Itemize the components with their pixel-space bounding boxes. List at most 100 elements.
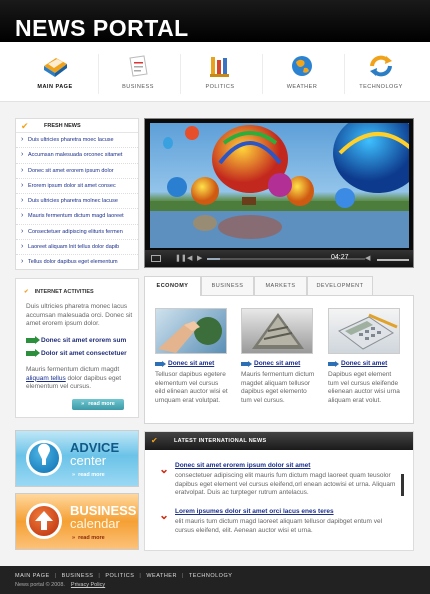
arrow-up-icon [26, 503, 62, 539]
fresh-news-header: ✔ FRESH NEWS [16, 119, 138, 133]
volume-slider[interactable] [377, 259, 409, 261]
video-player[interactable]: ❚❚ ◀ ▶ 04:27 ◀ [144, 118, 414, 268]
footer-copyright: News portal © 2008. Privacy Policy [15, 582, 105, 588]
volume-icon[interactable]: ◀ [365, 255, 372, 262]
activities-text-2: Mauris fermentum dictum magdt aliquam te… [26, 366, 134, 392]
activities-link-text: Donec sit amet erorem sum [41, 337, 127, 344]
checkmark-icon: ✔ [21, 121, 29, 131]
book-icon [44, 58, 67, 77]
separator: | [139, 573, 142, 579]
international-news-header: ✔ LATEST INTERNATIONAL NEWS [145, 432, 413, 450]
fresh-news-link[interactable]: Duis ultricies pharetra moec lacuse [16, 133, 138, 149]
banner-read-more[interactable]: read more [72, 472, 105, 478]
handshake-image[interactable] [155, 308, 227, 354]
tab-development[interactable]: DEVELOPMENT [307, 276, 373, 295]
arrow-right-icon [155, 360, 166, 367]
fresh-news-link[interactable]: Duis ultricies pharetra molnec lacuse [16, 194, 138, 210]
nav-item-technology[interactable]: TECHNOLOGY [341, 48, 421, 100]
video-progress-fill [207, 258, 220, 260]
news-item-title[interactable]: Lorem ipsumes dolor sit amet orci lacus … [175, 508, 334, 515]
news-card: Donec sit amet Tellusor dapibus egetere … [155, 308, 229, 405]
arrow-right-icon [328, 360, 339, 367]
pause-icon[interactable]: ❚❚ [175, 255, 187, 262]
calculator-image[interactable] [328, 308, 400, 354]
fullscreen-icon[interactable] [151, 255, 161, 262]
video-controls: ❚❚ ◀ ▶ 04:27 ◀ [145, 250, 413, 267]
card-text: Dapibus eget element tum vel cursus elei… [328, 371, 400, 404]
card-text: Tellusor dapibus egetere elementum vel c… [155, 371, 228, 404]
nav-item-main-page[interactable]: MAIN PAGE [15, 48, 95, 100]
document-icon [129, 55, 148, 77]
card-text: Mauris fermentum dictum magdet aliquam t… [241, 371, 315, 404]
business-calendar-banner[interactable]: BUSINESS calendar read more [15, 493, 139, 550]
fresh-news-link[interactable]: Mauris fermentum dictum magd laoreet [16, 209, 138, 225]
news-card: Donec sit amet Mauris fermentum dictum m… [241, 308, 315, 405]
card-link[interactable]: Donec sit amet [328, 360, 402, 367]
card-link[interactable]: Donec sit amet [155, 360, 229, 367]
footer-link-politics[interactable]: POLITICS [105, 573, 134, 579]
read-more-button[interactable]: read more [72, 399, 124, 410]
banner-read-more[interactable]: read more [72, 535, 105, 541]
card-link[interactable]: Donec sit amet [241, 360, 315, 367]
footer-link-technology[interactable]: TECHNOLOGY [189, 573, 233, 579]
arrow-right-icon [241, 360, 252, 367]
tab-economy[interactable]: ECONOMY [144, 276, 201, 296]
scrollbar[interactable] [401, 474, 404, 496]
arrow-right-icon [26, 348, 40, 357]
card-link-text: Donec sit amet [254, 360, 301, 367]
nav-item-weather[interactable]: WEATHER [262, 48, 342, 100]
nav-label: WEATHER [286, 84, 318, 90]
nav-label: MAIN PAGE [37, 84, 73, 90]
activities-link-1[interactable]: Donec sit amet erorem sum [26, 335, 127, 344]
main-nav: MAIN PAGE BUSINESS POLITICS WEATHER TECH… [0, 42, 430, 102]
forward-icon[interactable]: ▶ [197, 255, 204, 262]
nav-item-politics[interactable]: POLITICS [180, 48, 260, 100]
separator: | [98, 573, 101, 579]
inline-link[interactable]: aliquam tellus [26, 375, 66, 382]
chevron-down-icon: ⌄ [159, 462, 170, 476]
money-image[interactable] [241, 308, 313, 354]
info-icon [26, 440, 62, 476]
fresh-news-link[interactable]: Consectetuer adipiscing elituris fermen [16, 225, 138, 241]
flags-icon [210, 57, 229, 77]
site-logo[interactable]: NEWS PORTAL [15, 16, 189, 40]
refresh-icon [370, 55, 392, 77]
fresh-news-link[interactable]: Accumsan malesuada orconec sitamet [16, 148, 138, 164]
activities-link-text: Dolor sit amet consectetuer [41, 350, 127, 357]
activities-link-2[interactable]: Dolor sit amet consectetuer [26, 348, 127, 357]
nav-label: TECHNOLOGY [359, 84, 403, 90]
card-link-text: Donec sit amet [341, 360, 388, 367]
fresh-news-link[interactable]: Erorem ipsum dolor sit amet consec [16, 179, 138, 195]
footer-link-main-page[interactable]: MAIN PAGE [15, 573, 50, 579]
advice-center-banner[interactable]: ADVICE center read more [15, 430, 139, 487]
fresh-news-list: Duis ultricies pharetra moec lacuse Accu… [16, 133, 138, 271]
arrow-right-icon [26, 335, 40, 344]
fresh-news-panel: ✔ FRESH NEWS Duis ultricies pharetra moe… [15, 118, 139, 270]
separator: | [181, 573, 184, 579]
nav-label: POLITICS [205, 84, 235, 90]
tab-business[interactable]: BUSINESS [201, 276, 254, 295]
activities-text: Duis ultricies pharetra monec lacus accu… [26, 303, 133, 328]
tab-markets[interactable]: MARKETS [254, 276, 307, 295]
footer-link-weather[interactable]: WEATHER [146, 573, 177, 579]
fresh-news-link[interactable]: Tellus dolor dapibus eget elementum [16, 255, 138, 270]
news-item-title[interactable]: Donec sit amet erorem ipsum dolor sit am… [175, 462, 310, 469]
chevron-down-icon: ⌄ [159, 508, 170, 522]
international-news-panel: ✔ LATEST INTERNATIONAL NEWS ⌄ Donec sit … [144, 431, 414, 551]
fresh-news-link[interactable]: Laoreet aliquam lnit tellus dolor dapib [16, 240, 138, 256]
footer-link-business[interactable]: BUSINESS [62, 573, 94, 579]
tabs-panel: ECONOMY BUSINESS MARKETS DEVELOPMENT Don… [144, 276, 414, 424]
footer: MAIN PAGE | BUSINESS | POLITICS | WEATHER | TECH… [0, 566, 430, 594]
header-bar: NEWS PORTAL [0, 0, 430, 42]
news-item-body: consectetuer adipiscing elit mauris fum … [175, 472, 396, 497]
privacy-policy-link[interactable]: Privacy Policy [71, 582, 105, 588]
news-item-body: elit mauris tum dictum magd laoreet aliq… [175, 518, 383, 534]
fresh-news-link[interactable]: Donec sit amet erorem ipsum dolor [16, 164, 138, 179]
nav-item-business[interactable]: BUSINESS [98, 48, 178, 100]
internet-activities-panel: ✔ INTERNET ACTIVITIES Duis ultricies phar… [15, 278, 139, 418]
activities-title: ✔ INTERNET ACTIVITIES [24, 289, 94, 295]
video-time: 04:27 [331, 254, 349, 261]
rewind-icon[interactable]: ◀ [187, 255, 194, 262]
separator: | [54, 573, 57, 579]
balloon-video-frame [150, 123, 409, 248]
